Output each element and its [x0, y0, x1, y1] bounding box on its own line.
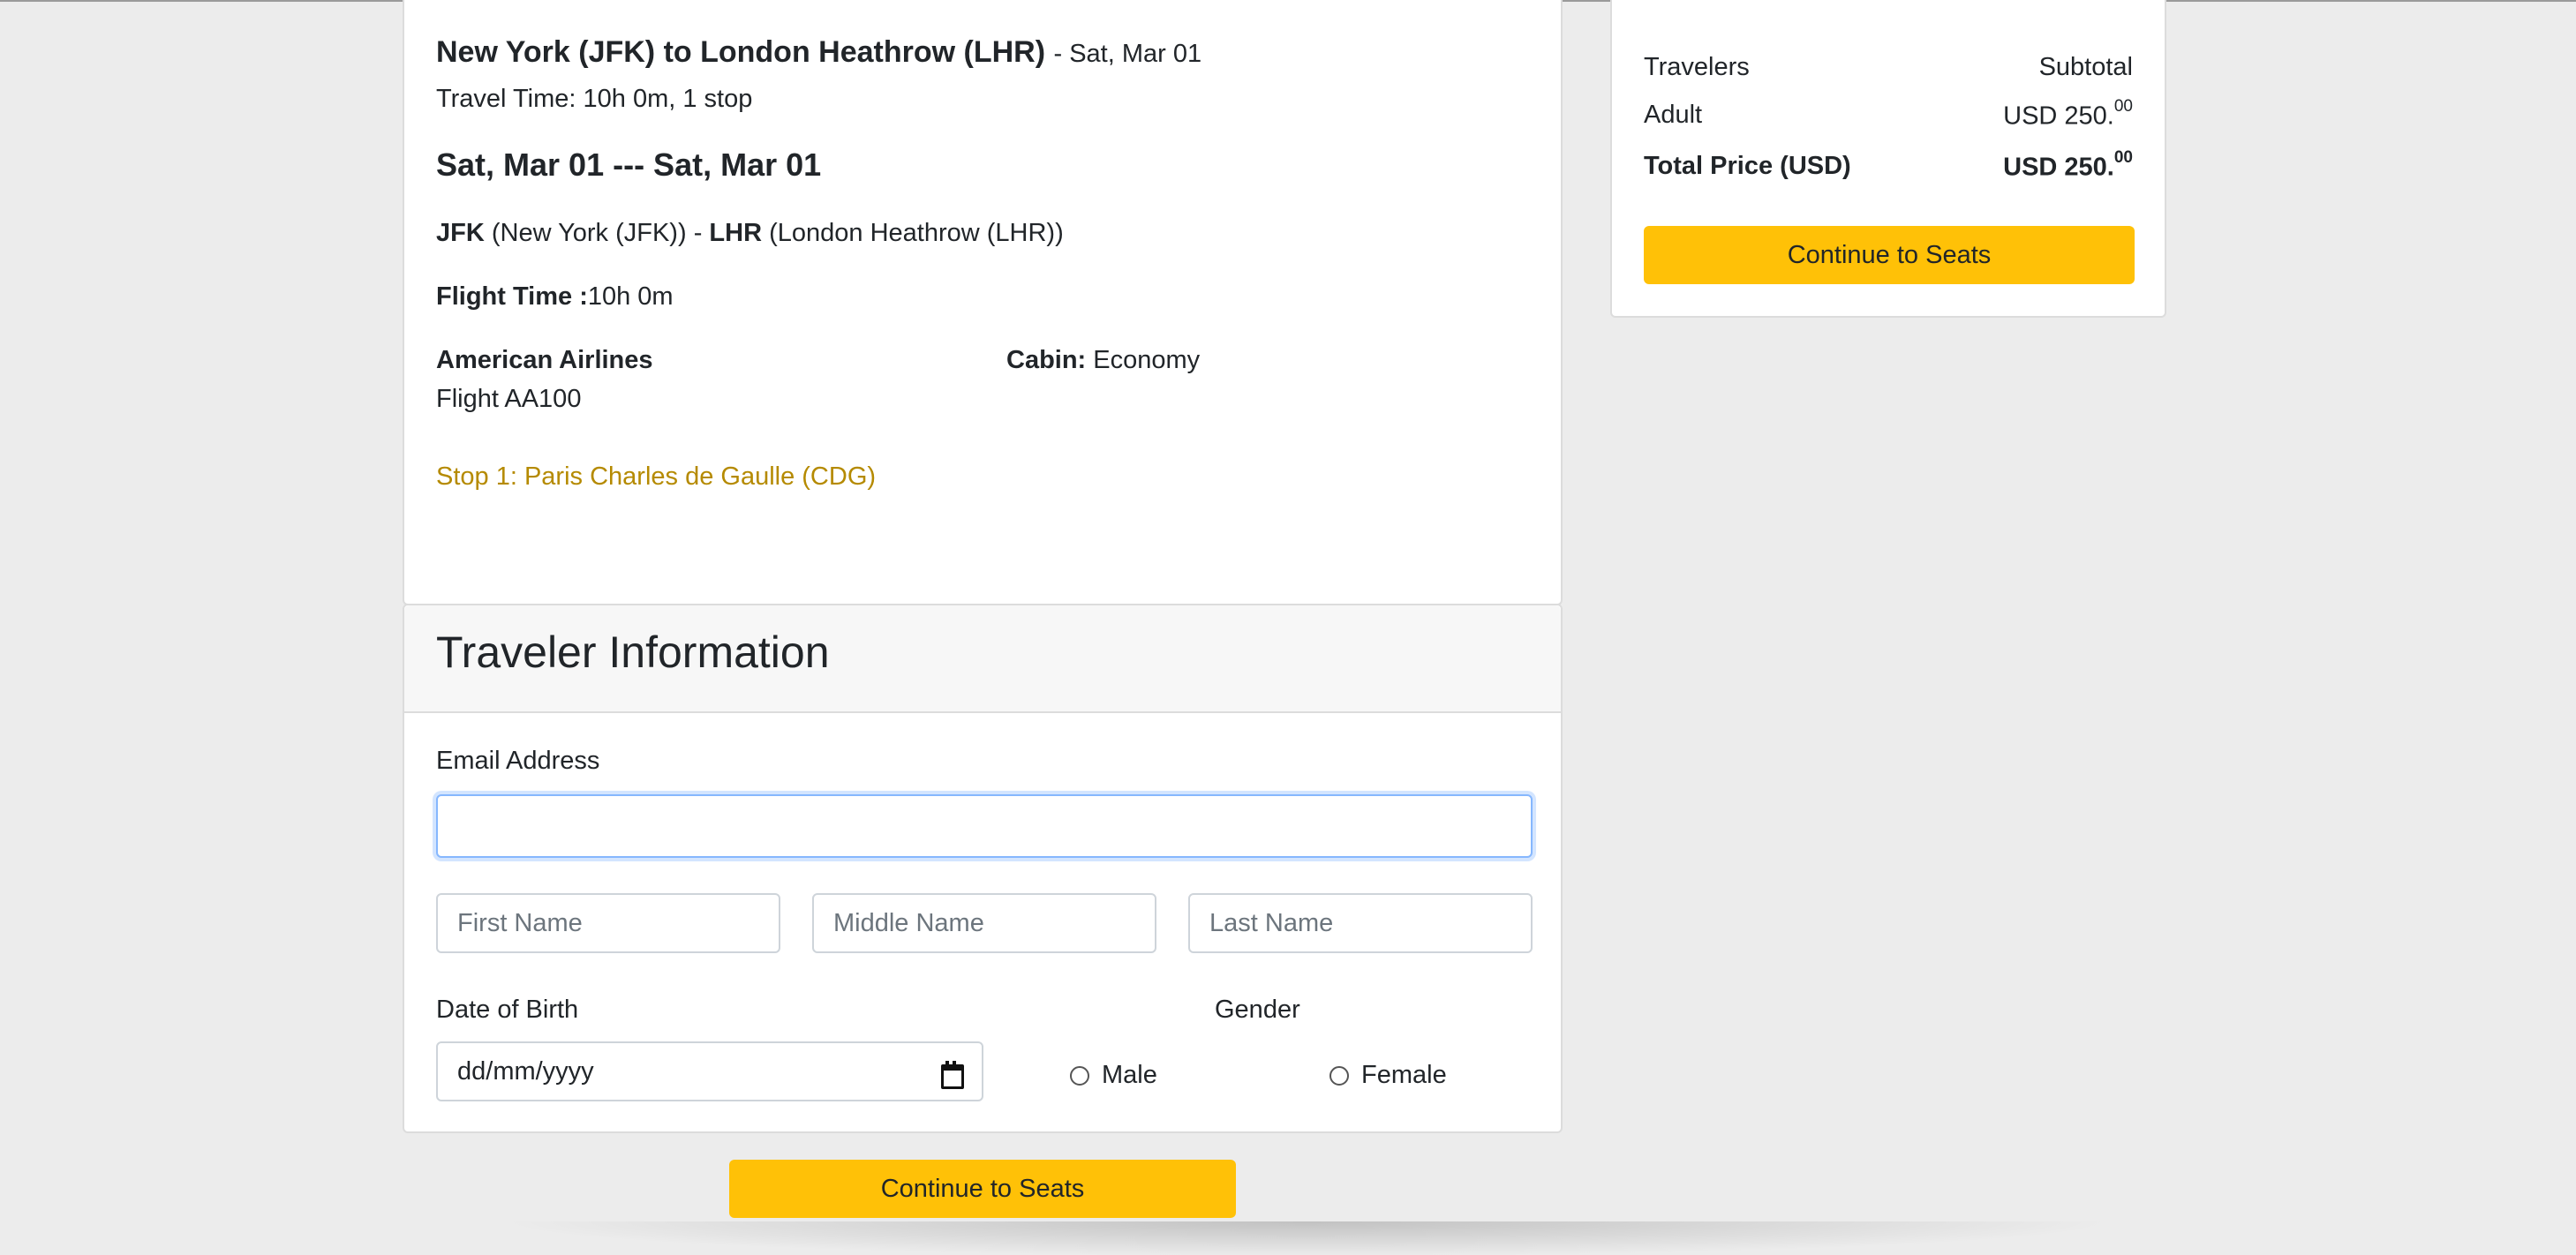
- male-radio[interactable]: [1070, 1065, 1089, 1086]
- continue-to-seats-button-top[interactable]: Continue to Seats: [1644, 226, 2135, 284]
- cabin-label: Cabin:: [1006, 346, 1087, 374]
- dest-code: LHR: [709, 219, 763, 247]
- price-summary-card: Travelers Subtotal Adult USD 250.00 Tota…: [1610, 0, 2166, 318]
- last-name-input[interactable]: [1188, 893, 1533, 953]
- date-range: Sat, Mar 01 --- Sat, Mar 01: [436, 147, 822, 183]
- adult-label: Adult: [1644, 101, 1703, 129]
- flight-time-value: 10h 0m: [587, 282, 674, 311]
- traveler-information-card: Traveler Information Email Address Date …: [403, 604, 1563, 1133]
- email-label: Email Address: [436, 747, 600, 775]
- continue-to-seats-button-bottom[interactable]: Continue to Seats: [729, 1160, 1236, 1218]
- adult-price-main: USD 250.: [2003, 101, 2114, 131]
- dob-input[interactable]: dd/mm/yyyy: [436, 1041, 983, 1101]
- cabin-value: Economy: [1093, 346, 1201, 374]
- middle-name-input[interactable]: [812, 893, 1156, 953]
- first-name-input[interactable]: [436, 893, 780, 953]
- adult-price-cents: 00: [2113, 97, 2133, 116]
- flight-number: Flight AA100: [436, 385, 582, 413]
- airport-separator: -: [693, 219, 703, 247]
- route-heading: New York (JFK) to London Heathrow (LHR) …: [436, 35, 1201, 70]
- total-price-cents: 00: [2113, 148, 2133, 167]
- origin-code: JFK: [436, 219, 485, 247]
- traveler-header: Traveler Information: [404, 605, 1561, 713]
- dob-placeholder: dd/mm/yyyy: [457, 1056, 594, 1086]
- footer-shadow: [494, 1221, 2119, 1255]
- dob-label: Date of Birth: [436, 996, 579, 1024]
- traveler-title: Traveler Information: [436, 628, 830, 677]
- female-label: Female: [1361, 1061, 1447, 1089]
- email-field[interactable]: [436, 794, 1533, 858]
- dest-name: (London Heathrow (LHR)): [769, 219, 1064, 247]
- male-label: Male: [1102, 1061, 1157, 1089]
- cabin-info: Cabin: Economy: [1006, 346, 1200, 375]
- total-price: USD 250.00: [2003, 148, 2133, 183]
- calendar-icon[interactable]: [939, 1060, 964, 1089]
- flight-time: Flight Time :10h 0m: [436, 282, 674, 312]
- route-title: New York (JFK) to London Heathrow (LHR): [436, 35, 1046, 69]
- travel-time: Travel Time: 10h 0m, 1 stop: [436, 85, 753, 113]
- adult-price: USD 250.00: [2003, 97, 2133, 132]
- flight-details-card: New York (JFK) to London Heathrow (LHR) …: [403, 0, 1563, 605]
- stop-info: Stop 1: Paris Charles de Gaulle (CDG): [436, 462, 877, 491]
- price-header-row: Travelers Subtotal: [1644, 53, 2133, 82]
- gender-option-female[interactable]: Female: [1329, 1061, 1447, 1090]
- gender-label: Gender: [1215, 996, 1300, 1024]
- subtotal-header: Subtotal: [2038, 53, 2133, 81]
- gender-option-male[interactable]: Male: [1070, 1061, 1157, 1090]
- airline-name: American Airlines: [436, 346, 653, 374]
- female-radio[interactable]: [1329, 1065, 1349, 1086]
- total-price-main: USD 250.: [2003, 153, 2114, 182]
- airports-line: JFK (New York (JFK)) - LHR (London Heath…: [436, 219, 1064, 248]
- total-label: Total Price (USD): [1644, 152, 1851, 180]
- route-date: - Sat, Mar 01: [1053, 40, 1202, 68]
- total-price-row: Total Price (USD) USD 250.00: [1644, 148, 2133, 183]
- adult-price-row: Adult USD 250.00: [1644, 97, 2133, 132]
- origin-name: (New York (JFK)): [491, 219, 687, 247]
- travelers-header: Travelers: [1644, 53, 1750, 81]
- flight-time-label: Flight Time :: [436, 282, 588, 311]
